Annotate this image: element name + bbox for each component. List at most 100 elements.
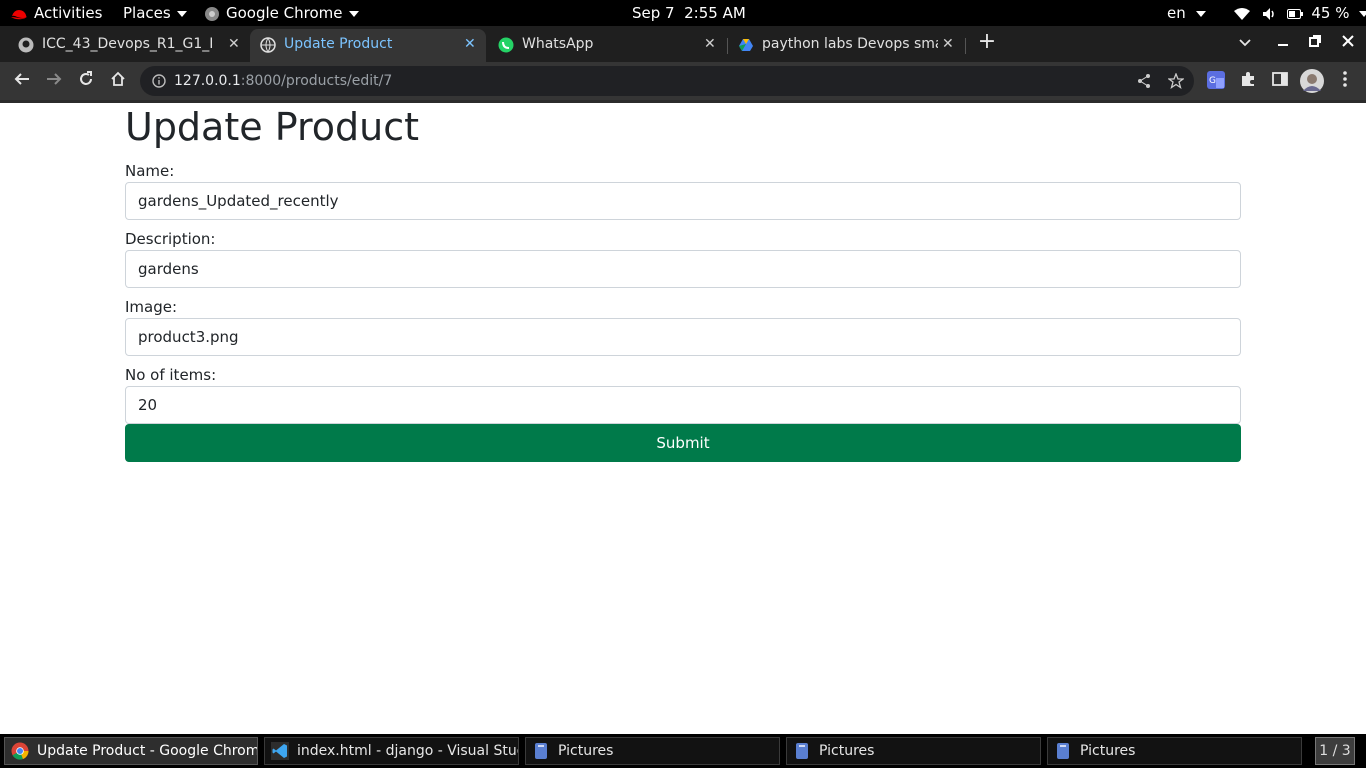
page-title: Update Product (125, 105, 419, 149)
chrome-app-icon (205, 6, 219, 21)
arrow-left-icon (14, 73, 29, 85)
description-label: Description: (125, 230, 216, 248)
bookmark-star-icon[interactable] (1168, 73, 1184, 89)
redhat-logo-icon (11, 9, 27, 19)
url-host: 127.0.0.1 (174, 73, 241, 89)
taskbar-item-label: index.html - django - Visual Studi... (297, 743, 519, 759)
workspace-indicator[interactable]: 1 / 3 (1315, 737, 1355, 765)
close-tab-icon[interactable]: ✕ (704, 29, 716, 59)
taskbar-item-label: Pictures (819, 743, 875, 759)
tab-whatsapp[interactable]: WhatsApp ✕ (488, 29, 726, 62)
extensions-button[interactable] (1238, 71, 1258, 91)
app-menu[interactable]: Google Chrome (204, 0, 359, 26)
minimize-button[interactable] (1273, 32, 1293, 52)
tab-github[interactable]: ICC_43_Devops_R1_G1_D ✕ (8, 29, 248, 62)
clock-time: 2:55 AM (684, 4, 746, 22)
file-manager-icon (535, 743, 547, 759)
home-icon (111, 71, 125, 86)
translate-extension-button[interactable]: G (1206, 71, 1226, 91)
side-panel-button[interactable] (1270, 71, 1290, 91)
close-tab-icon[interactable]: ✕ (228, 29, 240, 59)
no-of-items-label: No of items: (125, 366, 217, 384)
close-window-button[interactable] (1338, 32, 1358, 52)
activities-button[interactable]: Activities (10, 0, 102, 26)
file-manager-icon (796, 743, 808, 759)
tab-google-drive[interactable]: paython labs Devops smar ✕ (728, 29, 962, 62)
taskbar-item-vscode[interactable]: index.html - django - Visual Studi... (264, 737, 519, 765)
kebab-menu-icon (1343, 71, 1347, 87)
name-label: Name: (125, 162, 175, 180)
tab-title: WhatsApp (522, 36, 594, 52)
restore-button[interactable] (1305, 32, 1325, 52)
window-list-taskbar: Update Product - Google Chrome index.htm… (0, 734, 1366, 768)
tab-title: ICC_43_Devops_R1_G1_D (42, 36, 212, 52)
drive-icon (739, 39, 753, 51)
share-icon[interactable] (1136, 73, 1152, 89)
clock[interactable]: Sep 7 2:55 AM (632, 0, 746, 26)
chevron-down-icon (1195, 10, 1206, 17)
wifi-icon (1234, 7, 1250, 20)
system-top-bar: Activities Places Google Chrome Sep 7 2:… (0, 0, 1366, 26)
places-menu[interactable]: Places (123, 0, 187, 26)
taskbar-item-label: Update Product - Google Chrome (37, 743, 258, 759)
profile-button[interactable] (1300, 69, 1324, 93)
avatar (1300, 69, 1324, 93)
battery-percent: 45 % (1311, 4, 1350, 22)
globe-icon (260, 37, 276, 53)
back-button[interactable] (12, 71, 32, 91)
language-menu[interactable]: en (1167, 0, 1206, 26)
chevron-down-icon (348, 10, 359, 17)
taskbar-item-pictures[interactable]: Pictures (1047, 737, 1302, 765)
taskbar-item-label: Pictures (558, 743, 614, 759)
no-of-items-field[interactable] (125, 386, 1241, 424)
places-label: Places (123, 4, 171, 22)
web-page: Update Product Name: Description: Image:… (0, 103, 1366, 734)
new-tab-button[interactable]: + (977, 31, 997, 53)
image-label: Image: (125, 298, 178, 316)
chevron-down-icon (1359, 10, 1366, 17)
submit-button[interactable]: Submit (125, 424, 1241, 462)
url-path: :8000/products/edit/7 (240, 73, 393, 89)
taskbar-item-label: Pictures (1080, 743, 1136, 759)
chevron-down-icon (1239, 39, 1251, 47)
tab-search-button[interactable] (1235, 32, 1255, 52)
close-tab-icon[interactable]: ✕ (464, 29, 476, 59)
reload-button[interactable] (76, 71, 96, 91)
taskbar-item-pictures[interactable]: Pictures (786, 737, 1041, 765)
file-manager-icon (1057, 743, 1069, 759)
side-panel-icon (1272, 72, 1288, 86)
language-label: en (1167, 4, 1186, 22)
activities-label: Activities (34, 4, 103, 22)
url-text[interactable]: 127.0.0.1:8000/products/edit/7 (174, 66, 392, 96)
restore-icon (1309, 35, 1321, 47)
whatsapp-icon (498, 37, 514, 53)
name-field[interactable] (125, 182, 1241, 220)
close-icon (1342, 35, 1354, 47)
app-name-label: Google Chrome (226, 4, 343, 22)
update-product-form: Update Product Name: Description: Image:… (125, 103, 1241, 462)
system-status-menu[interactable]: 45 % (1233, 0, 1366, 26)
image-field[interactable] (125, 318, 1241, 356)
browser-tab-strip: ICC_43_Devops_R1_G1_D ✕ Update Product ✕… (0, 26, 1366, 62)
taskbar-item-pictures[interactable]: Pictures (525, 737, 780, 765)
browser-toolbar: 127.0.0.1:8000/products/edit/7 G (0, 62, 1366, 100)
reload-icon (80, 71, 92, 85)
chrome-icon (11, 742, 29, 760)
minimize-icon (1278, 44, 1288, 46)
volume-icon (1262, 7, 1274, 20)
close-tab-icon[interactable]: ✕ (942, 29, 954, 59)
chrome-menu-button[interactable] (1335, 71, 1355, 91)
arrow-right-icon (47, 73, 62, 85)
info-icon[interactable] (152, 74, 166, 88)
description-field[interactable] (125, 250, 1241, 288)
tab-title: paython labs Devops smar (762, 36, 938, 52)
address-bar[interactable]: 127.0.0.1:8000/products/edit/7 (140, 66, 1194, 96)
translate-icon: G (1207, 71, 1225, 89)
svg-text:G: G (1209, 76, 1216, 86)
forward-button[interactable] (44, 71, 64, 91)
home-button[interactable] (108, 71, 128, 91)
tab-update-product[interactable]: Update Product ✕ (250, 29, 486, 62)
battery-icon (1286, 8, 1303, 19)
taskbar-item-chrome[interactable]: Update Product - Google Chrome (4, 737, 258, 765)
tab-title: Update Product (284, 36, 393, 52)
